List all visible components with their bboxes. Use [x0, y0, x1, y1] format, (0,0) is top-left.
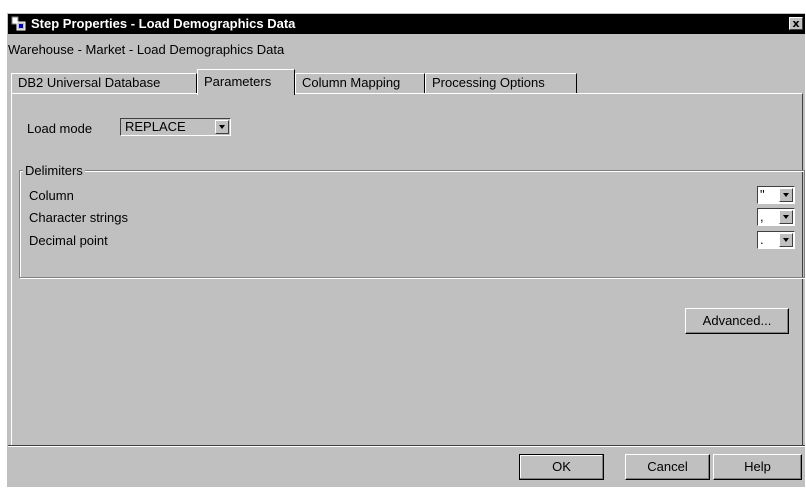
character-strings-delimiter-dropdown[interactable]: , — [757, 208, 795, 226]
tab-column-mapping[interactable]: Column Mapping — [295, 73, 425, 93]
load-mode-dropdown[interactable]: REPLACE — [120, 118, 231, 136]
delimiters-group-label: Delimiters — [23, 163, 85, 178]
step-properties-icon — [11, 16, 26, 31]
column-delimiter-label: Column — [29, 188, 74, 203]
decimal-point-delimiter-dropdown[interactable]: . — [757, 231, 795, 249]
step-properties-window: Step Properties - Load Demographics Data… — [7, 13, 805, 487]
bottom-separator — [8, 445, 805, 447]
character-strings-delimiter-value: , — [760, 209, 764, 224]
breadcrumb: Warehouse - Market - Load Demographics D… — [8, 42, 285, 57]
delimiters-groupbox — [19, 170, 805, 278]
chevron-down-icon[interactable] — [779, 210, 793, 224]
tab-parameters[interactable]: Parameters — [197, 69, 295, 95]
character-strings-delimiter-label: Character strings — [29, 210, 128, 225]
decimal-point-delimiter-value: . — [760, 232, 764, 247]
ok-button[interactable]: OK — [519, 454, 604, 480]
chevron-down-icon[interactable] — [779, 188, 793, 202]
tab-processing-options[interactable]: Processing Options — [425, 73, 577, 93]
advanced-button[interactable]: Advanced... — [685, 308, 789, 334]
chevron-down-icon[interactable] — [215, 120, 229, 134]
cancel-button[interactable]: Cancel — [625, 454, 710, 480]
load-mode-label: Load mode — [27, 121, 93, 136]
help-button[interactable]: Help — [713, 454, 802, 480]
window-title: Step Properties - Load Demographics Data — [31, 16, 296, 31]
title-bar[interactable]: Step Properties - Load Demographics Data… — [8, 14, 805, 34]
decimal-point-delimiter-label: Decimal point — [29, 233, 108, 248]
tab-db2-universal-database[interactable]: DB2 Universal Database — [11, 73, 197, 93]
close-icon[interactable]: x — [789, 17, 803, 30]
column-delimiter-value: " — [760, 187, 765, 202]
chevron-down-icon[interactable] — [779, 233, 793, 247]
load-mode-value: REPLACE — [125, 119, 186, 134]
tab-strip: DB2 Universal Database Parameters Column… — [11, 69, 801, 95]
column-delimiter-dropdown[interactable]: " — [757, 186, 795, 204]
